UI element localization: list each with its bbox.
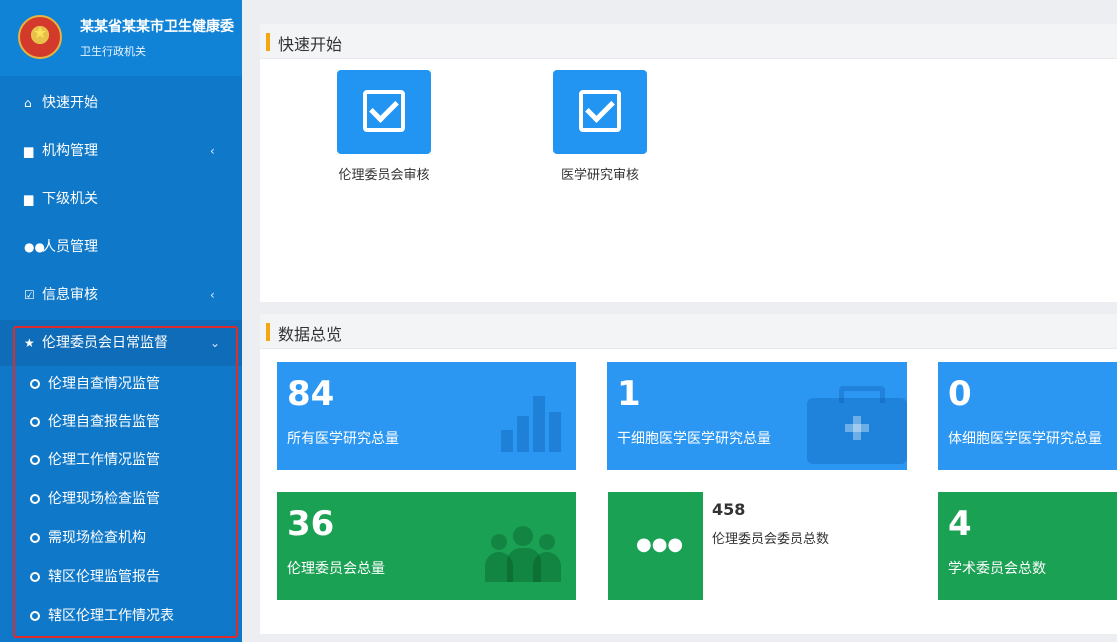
quickstart-panel: 快速开始 伦理委员会审核 医学研究审核 bbox=[260, 24, 1117, 302]
stat-card-ethics-committees[interactable]: 36 伦理委员会总量 bbox=[277, 492, 576, 600]
bar-chart-icon bbox=[501, 396, 563, 452]
check-square-icon bbox=[363, 90, 405, 132]
stat-value: 1 bbox=[617, 374, 641, 414]
stat-label: 伦理委员会总量 bbox=[287, 561, 385, 577]
chevron-left-icon: ‹ bbox=[210, 144, 215, 158]
sidebar-item-quickstart[interactable]: ⌂ 快速开始 bbox=[0, 80, 242, 126]
sidebar-item-info-review[interactable]: ☑ 信息审核 ‹ bbox=[0, 272, 242, 318]
stat-label: 伦理委员会委员总数 bbox=[712, 532, 830, 547]
building-icon: ▆ bbox=[24, 144, 34, 158]
sidebar-item-org-management[interactable]: ▆ 机构管理 ‹ bbox=[0, 128, 242, 174]
accent-bar bbox=[266, 33, 270, 51]
tile-label[interactable]: 医学研究审核 bbox=[520, 164, 680, 183]
brand-header: ★ 某某省某某市卫生健康委 卫生行政机关 bbox=[0, 0, 242, 76]
home-icon: ⌂ bbox=[24, 96, 32, 110]
sidebar-item-label: 机构管理 bbox=[42, 143, 98, 159]
sidebar-item-label: 信息审核 bbox=[42, 287, 98, 303]
sidebar-item-label: 人员管理 bbox=[42, 239, 98, 255]
stat-value: 4 bbox=[948, 504, 972, 544]
users-icon bbox=[483, 526, 563, 582]
medkit-icon bbox=[807, 386, 907, 464]
sidebar-item-label: 下级机关 bbox=[42, 191, 98, 207]
sidebar-item-personnel[interactable]: ●●人员管理 bbox=[0, 224, 242, 270]
check-square-icon bbox=[579, 90, 621, 132]
building-icon: ▆ bbox=[24, 192, 34, 206]
stat-value: 36 bbox=[287, 504, 335, 544]
check-square-icon: ☑ bbox=[24, 288, 35, 302]
stat-label: 体细胞医学医学研究总量 bbox=[948, 431, 1102, 447]
stat-icon-box: ●●● bbox=[608, 492, 703, 600]
stat-card-committee-members[interactable]: ●●● 458 伦理委员会委员总数 bbox=[608, 492, 906, 600]
sidebar-item-label: 快速开始 bbox=[42, 95, 98, 111]
accent-bar bbox=[266, 323, 270, 341]
stat-card-all-research[interactable]: 84 所有医学研究总量 bbox=[277, 362, 576, 470]
users-icon: ●●● bbox=[636, 534, 684, 555]
stat-value: 84 bbox=[287, 374, 335, 414]
stat-card-somatic-cell[interactable]: 0 体细胞医学医学研究总量 bbox=[938, 362, 1117, 470]
stat-card-stem-cell[interactable]: 1 干细胞医学医学研究总量 bbox=[607, 362, 907, 470]
main-content: 快速开始 伦理委员会审核 医学研究审核 数据总览 84 所有医学研究总量 1 干… bbox=[256, 10, 1117, 642]
stat-card-academic-committees[interactable]: 4 学术委员会总数 bbox=[938, 492, 1117, 600]
highlight-annotation-box bbox=[13, 326, 238, 638]
brand-subtitle: 卫生行政机关 bbox=[80, 45, 146, 58]
brand-title: 某某省某某市卫生健康委 bbox=[80, 19, 234, 35]
panel-header: 快速开始 bbox=[260, 24, 1117, 59]
sidebar: ★ 某某省某某市卫生健康委 卫生行政机关 ⌂ 快速开始 ▆ 机构管理 ‹ ▆ 下级机关… bbox=[0, 0, 242, 642]
panel-header: 数据总览 bbox=[260, 314, 1117, 349]
ethics-review-tile[interactable] bbox=[337, 70, 431, 154]
stat-label: 学术委员会总数 bbox=[948, 561, 1046, 577]
stat-label: 所有医学研究总量 bbox=[287, 431, 399, 447]
panel-title: 数据总览 bbox=[278, 325, 343, 344]
stat-value: 458 bbox=[712, 500, 746, 519]
stat-label: 干细胞医学医学研究总量 bbox=[617, 431, 771, 447]
chevron-left-icon: ‹ bbox=[210, 288, 215, 302]
stat-value: 0 bbox=[948, 374, 972, 414]
panel-title: 快速开始 bbox=[278, 35, 343, 54]
tile-label[interactable]: 伦理委员会审核 bbox=[304, 164, 464, 183]
users-icon: ●● bbox=[24, 240, 45, 254]
national-emblem-icon: ★ bbox=[18, 15, 62, 59]
research-review-tile[interactable] bbox=[553, 70, 647, 154]
app-root: ★ 某某省某某市卫生健康委 卫生行政机关 ⌂ 快速开始 ▆ 机构管理 ‹ ▆ 下级机关… bbox=[0, 0, 1117, 642]
sidebar-item-subordinate[interactable]: ▆ 下级机关 bbox=[0, 176, 242, 222]
